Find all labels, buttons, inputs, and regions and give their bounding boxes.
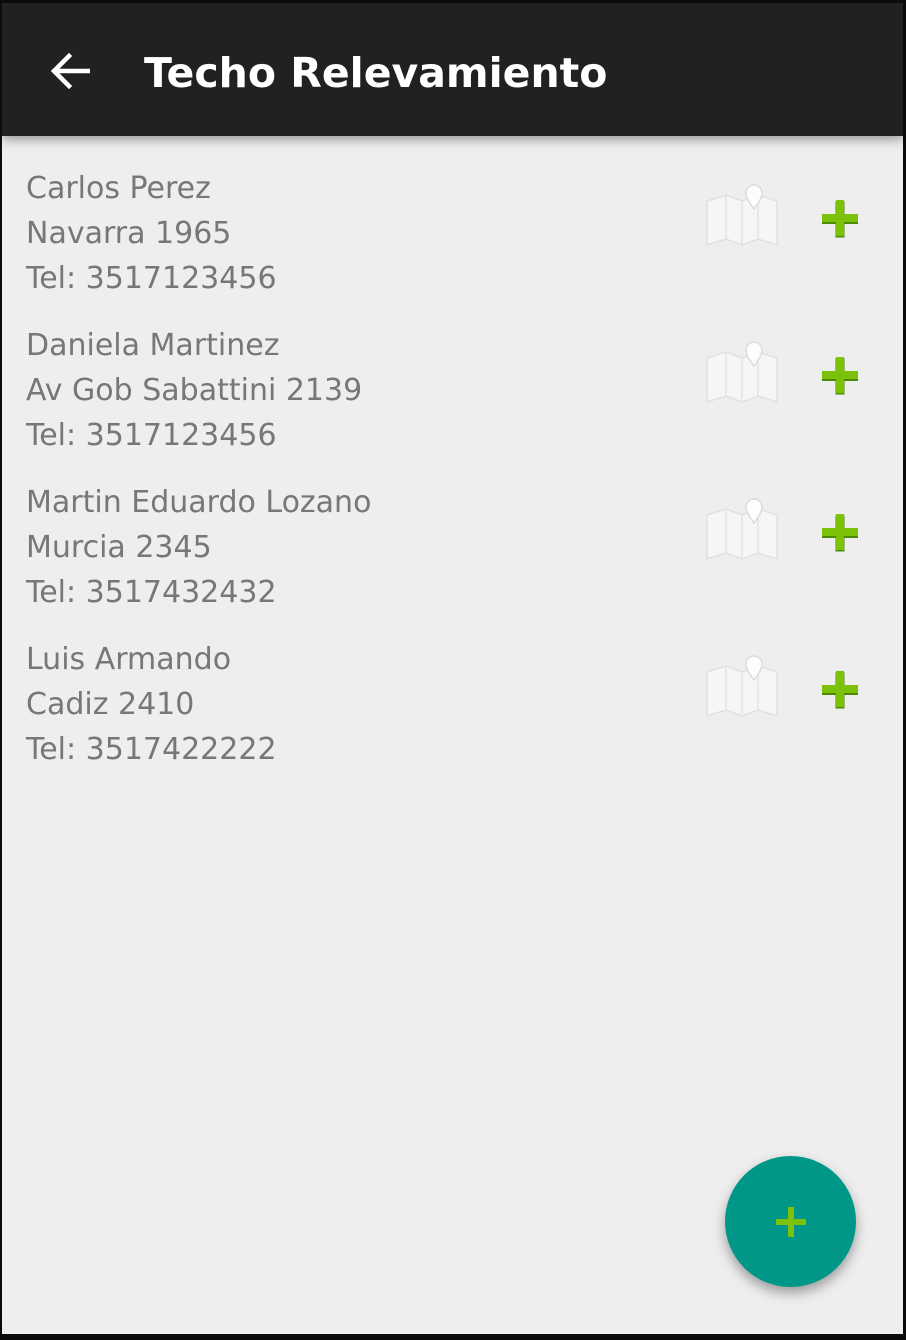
map-icon [706, 341, 778, 404]
plus-icon [822, 357, 858, 395]
add-fab-button[interactable] [725, 1156, 856, 1287]
list-item[interactable]: Luis Armando Cadiz 2410 Tel: 3517422222 [2, 637, 903, 794]
plus-icon [822, 200, 858, 238]
app-screen: Techo Relevamiento Carlos Perez Navarra … [2, 3, 903, 1334]
list-item[interactable]: Martin Eduardo Lozano Murcia 2345 Tel: 3… [2, 480, 903, 637]
list-item[interactable]: Daniela Martinez Av Gob Sabattini 2139 T… [2, 323, 903, 480]
map-button[interactable] [704, 497, 780, 565]
app-bar: Techo Relevamiento [2, 3, 903, 136]
page-title: Techo Relevamiento [144, 49, 608, 97]
plus-icon [822, 671, 858, 709]
list-item[interactable]: Carlos Perez Navarra 1965 Tel: 351712345… [2, 166, 903, 323]
contact-name: Daniela Martinez [26, 328, 280, 363]
map-icon [706, 498, 778, 561]
contact-phone: Tel: 3517123456 [26, 261, 277, 296]
contact-name: Carlos Perez [26, 171, 211, 206]
contact-address: Av Gob Sabattini 2139 [26, 373, 363, 408]
item-text: Carlos Perez Navarra 1965 Tel: 351712345… [26, 166, 277, 301]
contact-list: Carlos Perez Navarra 1965 Tel: 351712345… [2, 166, 903, 794]
map-button[interactable] [704, 183, 780, 251]
add-button[interactable] [818, 667, 862, 711]
add-button[interactable] [818, 353, 862, 397]
map-button[interactable] [704, 654, 780, 722]
arrow-left-icon [50, 53, 90, 89]
contact-phone: Tel: 3517432432 [26, 575, 277, 610]
add-button[interactable] [818, 196, 862, 240]
item-text: Luis Armando Cadiz 2410 Tel: 3517422222 [26, 637, 277, 772]
plus-icon [822, 514, 858, 552]
plus-icon [775, 1206, 806, 1237]
map-icon [706, 655, 778, 718]
contact-name: Martin Eduardo Lozano [26, 485, 372, 520]
contact-address: Cadiz 2410 [26, 687, 195, 722]
add-button[interactable] [818, 510, 862, 554]
contact-address: Murcia 2345 [26, 530, 212, 565]
item-text: Martin Eduardo Lozano Murcia 2345 Tel: 3… [26, 480, 371, 615]
contact-phone: Tel: 3517422222 [26, 732, 277, 767]
contact-address: Navarra 1965 [26, 216, 232, 251]
back-button[interactable] [38, 39, 102, 103]
map-button[interactable] [704, 340, 780, 408]
map-icon [706, 184, 778, 247]
contact-name: Luis Armando [26, 642, 232, 677]
item-text: Daniela Martinez Av Gob Sabattini 2139 T… [26, 323, 362, 458]
contact-phone: Tel: 3517123456 [26, 418, 277, 453]
